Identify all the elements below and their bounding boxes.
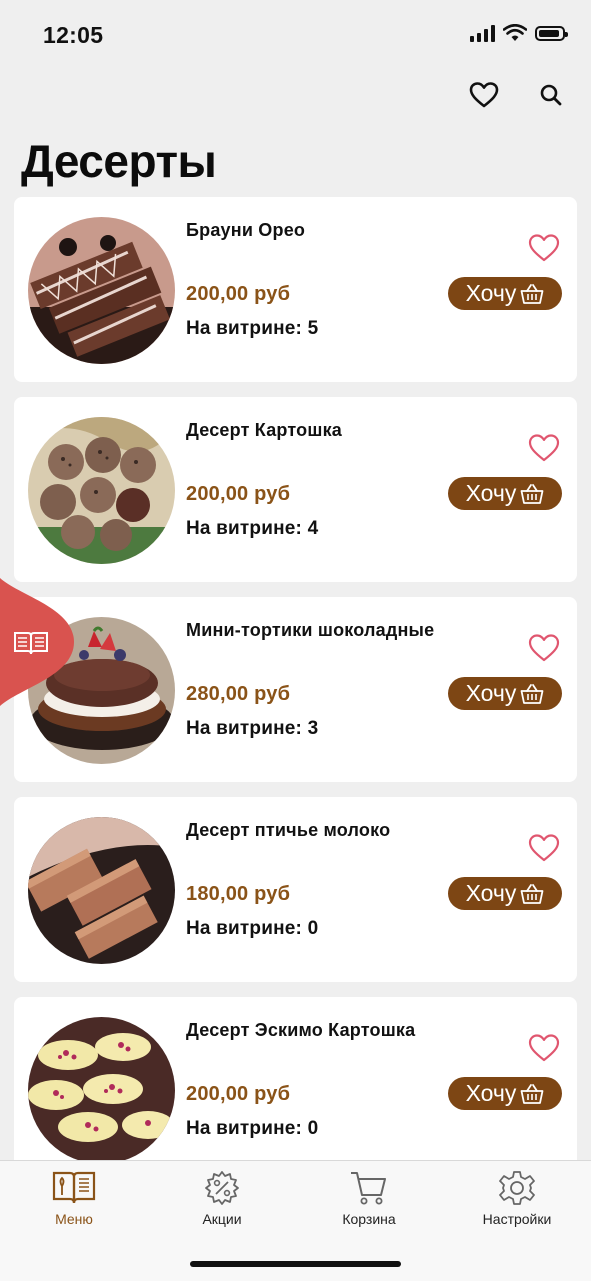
want-button[interactable]: Хочу: [448, 677, 562, 710]
want-button-label: Хочу: [465, 480, 517, 506]
nav-item-cart[interactable]: Корзина: [309, 1169, 429, 1227]
want-button[interactable]: Хочу: [448, 477, 562, 510]
product-image-kartoshka: [28, 417, 175, 564]
product-card[interactable]: Десерт Эскимо Картошка 200,00 руб На вит…: [14, 997, 577, 1182]
wifi-icon: [503, 24, 527, 41]
product-stock: На витрине: 4: [186, 518, 319, 539]
product-name: Десерт птичье молоко: [186, 820, 391, 840]
side-menu-tab[interactable]: [0, 578, 74, 706]
product-card[interactable]: Десерт Картошка 200,00 руб На витрине: 4…: [14, 397, 577, 582]
cart-icon: [351, 1172, 386, 1205]
product-stock: На витрине: 0: [186, 1118, 319, 1139]
product-name: Брауни Орео: [186, 220, 306, 240]
heart-outline-icon[interactable]: [528, 233, 560, 263]
search-button[interactable]: [534, 78, 568, 112]
product-price: 180,00 руб: [186, 883, 291, 905]
basket-icon: [521, 483, 544, 504]
product-stock: На витрине: 0: [186, 918, 319, 939]
want-button-label: Хочу: [465, 1080, 517, 1106]
heart-outline-icon[interactable]: [528, 633, 560, 663]
basket-icon: [521, 1083, 544, 1104]
product-image-birds-milk: [28, 817, 175, 964]
heart-outline-icon: [469, 82, 499, 108]
nav-label-menu: Меню: [55, 1211, 93, 1227]
product-stock: На витрине: 5: [186, 318, 319, 339]
product-price: 280,00 руб: [186, 683, 291, 705]
heart-outline-icon[interactable]: [528, 833, 560, 863]
status-bar: 12:05: [0, 0, 591, 70]
nav-item-menu[interactable]: Меню: [14, 1169, 134, 1227]
want-button-label: Хочу: [465, 280, 517, 306]
status-time: 12:05: [43, 22, 104, 48]
page-title: Десерты: [21, 135, 217, 187]
search-icon: [540, 84, 562, 106]
heart-outline-icon[interactable]: [528, 1033, 560, 1063]
nav-item-settings[interactable]: Настройки: [457, 1169, 577, 1227]
want-button[interactable]: Хочу: [448, 877, 562, 910]
product-image-brownie: [28, 217, 175, 364]
basket-icon: [521, 283, 544, 304]
product-card[interactable]: Мини-тортики шоколадные 280,00 руб На ви…: [14, 597, 577, 782]
product-price: 200,00 руб: [186, 1083, 291, 1105]
basket-icon: [521, 883, 544, 904]
nav-item-promotions[interactable]: Акции: [162, 1169, 282, 1227]
basket-icon: [521, 683, 544, 704]
nav-label-promotions: Акции: [202, 1211, 242, 1227]
product-card[interactable]: Десерт птичье молоко 180,00 руб На витри…: [14, 797, 577, 982]
gear-icon: [499, 1171, 535, 1205]
product-image-eskimo: [28, 1017, 175, 1164]
product-name: Мини-тортики шоколадные: [186, 620, 435, 640]
promo-gear-icon: [205, 1171, 239, 1205]
want-button[interactable]: Хочу: [448, 1077, 562, 1110]
battery-icon: [535, 25, 568, 41]
menu-book-icon: [52, 1171, 96, 1204]
nav-label-cart: Корзина: [342, 1211, 396, 1227]
product-stock: На витрине: 3: [186, 718, 319, 739]
want-button-label: Хочу: [465, 880, 517, 906]
product-name: Десерт Эскимо Картошка: [186, 1020, 416, 1040]
product-price: 200,00 руб: [186, 483, 291, 505]
want-button-label: Хочу: [465, 680, 517, 706]
cellular-signal-icon: [470, 24, 495, 42]
status-icons: [470, 24, 568, 42]
nav-label-settings: Настройки: [482, 1211, 552, 1227]
product-card[interactable]: Брауни Орео 200,00 руб На витрине: 5 Хоч…: [14, 197, 577, 382]
home-indicator[interactable]: [190, 1261, 401, 1267]
product-price: 200,00 руб: [186, 283, 291, 305]
heart-outline-icon[interactable]: [528, 433, 560, 463]
favorites-button[interactable]: [467, 78, 501, 112]
product-name: Десерт Картошка: [186, 420, 342, 440]
menu-book-icon: [14, 632, 48, 655]
want-button[interactable]: Хочу: [448, 277, 562, 310]
